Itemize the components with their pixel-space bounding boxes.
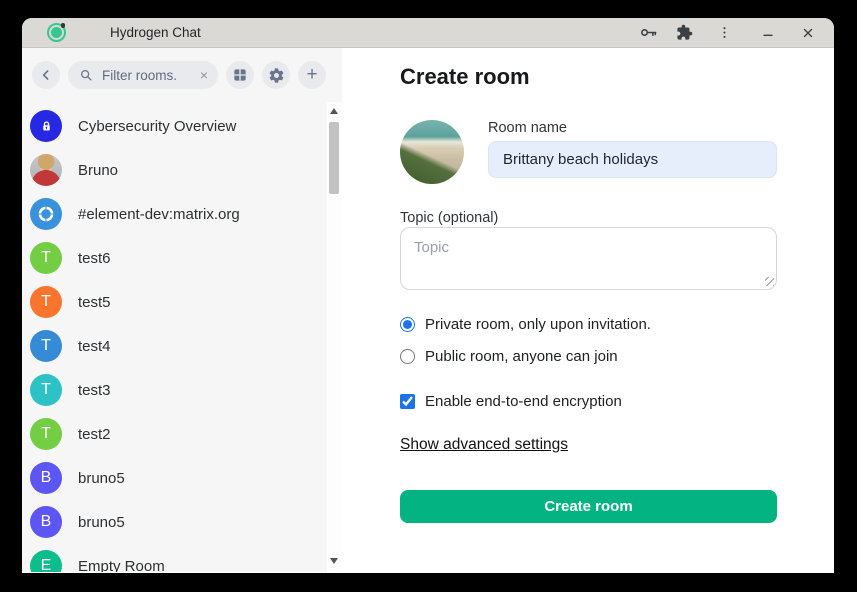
- key-icon[interactable]: [636, 21, 660, 45]
- room-name: test3: [78, 382, 111, 399]
- clear-search-icon[interactable]: ×: [200, 68, 208, 82]
- room-list-item[interactable]: #element-dev:matrix.org: [22, 192, 342, 236]
- sidebar-scrollbar[interactable]: [327, 102, 342, 572]
- encryption-label: Enable end-to-end encryption: [425, 393, 622, 410]
- room-avatar: T: [30, 330, 62, 362]
- room-avatar: E: [30, 550, 62, 572]
- scroll-up-arrow-icon[interactable]: [330, 108, 338, 114]
- room-name: bruno5: [78, 470, 125, 487]
- hydrogen-logo-dot: [51, 27, 62, 38]
- privacy-option-private[interactable]: Private room, only upon invitation.: [400, 316, 777, 333]
- room-name-label: Room name: [488, 120, 777, 136]
- sidebar: × +: [22, 48, 342, 572]
- create-room-submit-button[interactable]: Create room: [400, 490, 777, 523]
- room-name: test4: [78, 338, 111, 355]
- minimize-button[interactable]: [756, 21, 780, 45]
- scrollbar-thumb[interactable]: [329, 122, 339, 194]
- encryption-checkbox[interactable]: [400, 394, 415, 409]
- window-title: Hydrogen Chat: [110, 25, 201, 40]
- room-avatar: B: [30, 506, 62, 538]
- filter-rooms-input[interactable]: [100, 67, 193, 84]
- page-title: Create room: [400, 64, 777, 90]
- create-room-panel: Create room Room name Topic (optional) P…: [342, 48, 834, 572]
- room-avatar: T: [30, 418, 62, 450]
- room-list-item[interactable]: Ttest4: [22, 324, 342, 368]
- room-name: test5: [78, 294, 111, 311]
- room-list-item[interactable]: Ttest5: [22, 280, 342, 324]
- topic-label: Topic (optional): [400, 210, 498, 226]
- room-name: Cybersecurity Overview: [78, 118, 236, 135]
- room-list-item[interactable]: Ttest3: [22, 368, 342, 412]
- room-avatar: [30, 110, 62, 142]
- settings-button[interactable]: [262, 61, 290, 89]
- app-body: × +: [22, 48, 834, 572]
- room-name: Empty Room: [78, 558, 165, 573]
- room-avatar: T: [30, 374, 62, 406]
- create-room-button-sidebar[interactable]: +: [298, 61, 326, 89]
- room-list-item[interactable]: E Empty Room: [22, 544, 342, 572]
- room-name: Bruno: [78, 162, 118, 179]
- privacy-options: Private room, only upon invitation. Publi…: [400, 316, 777, 365]
- privacy-option-label: Private room, only upon invitation.: [425, 316, 651, 333]
- room-avatar: T: [30, 242, 62, 274]
- room-avatar: T: [30, 286, 62, 318]
- chevron-left-icon: [38, 67, 54, 83]
- app-window: Hydrogen Chat: [22, 18, 834, 573]
- privacy-radio[interactable]: [400, 349, 415, 364]
- back-button[interactable]: [32, 61, 60, 89]
- titlebar: Hydrogen Chat: [22, 18, 834, 48]
- show-advanced-settings-link[interactable]: Show advanced settings: [400, 436, 568, 454]
- scroll-down-arrow-icon[interactable]: [330, 558, 338, 564]
- kebab-menu-icon[interactable]: [712, 21, 736, 45]
- room-list: Cybersecurity Overview Bruno #element-dev…: [22, 104, 342, 572]
- room-name: #element-dev:matrix.org: [78, 206, 240, 223]
- room-list-item[interactable]: Ttest2: [22, 412, 342, 456]
- search-icon: [79, 68, 93, 82]
- gear-icon: [268, 67, 285, 84]
- lock-icon: [39, 119, 54, 134]
- room-list-item[interactable]: Bruno: [22, 148, 342, 192]
- extensions-puzzle-icon[interactable]: [672, 21, 696, 45]
- privacy-option-label: Public room, anyone can join: [425, 348, 618, 365]
- topic-textarea[interactable]: [400, 227, 777, 290]
- privacy-radio[interactable]: [400, 317, 415, 332]
- room-name: bruno5: [78, 514, 125, 531]
- encryption-option[interactable]: Enable end-to-end encryption: [400, 393, 777, 410]
- hydrogen-logo: [47, 23, 66, 42]
- element-logo-icon: [36, 204, 56, 224]
- close-button[interactable]: [796, 21, 820, 45]
- room-avatar: [30, 198, 62, 230]
- hydrogen-logo-notch: [61, 23, 66, 28]
- room-name-input[interactable]: [488, 141, 777, 178]
- room-list-item[interactable]: Bbruno5: [22, 500, 342, 544]
- topic-field: [400, 227, 777, 290]
- room-name: test6: [78, 250, 111, 267]
- room-avatar-image[interactable]: [400, 120, 464, 184]
- room-list-item[interactable]: Ttest6: [22, 236, 342, 280]
- room-name-row: Room name: [400, 120, 777, 184]
- privacy-option-public[interactable]: Public room, anyone can join: [400, 348, 777, 365]
- filter-rooms-search[interactable]: ×: [68, 61, 218, 89]
- plus-icon: +: [306, 65, 317, 84]
- room-name-field: Room name: [488, 120, 777, 184]
- sidebar-toolbar: × +: [22, 48, 342, 102]
- room-list-item[interactable]: Cybersecurity Overview: [22, 104, 342, 148]
- grid-view-button[interactable]: [226, 61, 254, 89]
- room-list-item[interactable]: Bbruno5: [22, 456, 342, 500]
- room-name: test2: [78, 426, 111, 443]
- grid-icon: [232, 67, 248, 83]
- room-avatar-photo: [30, 154, 62, 186]
- room-avatar: B: [30, 462, 62, 494]
